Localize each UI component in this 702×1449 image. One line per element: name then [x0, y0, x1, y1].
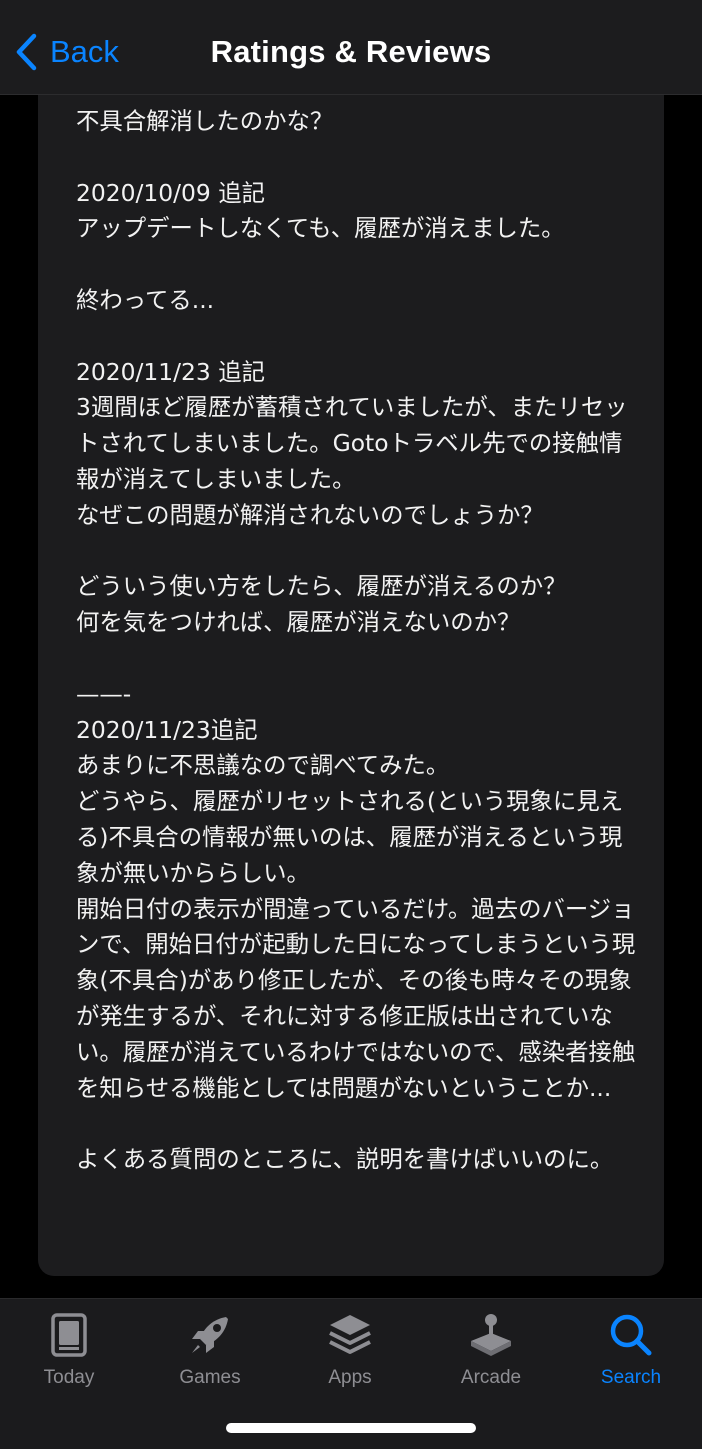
review-card: 不具合解消したのかな？ 2020/10/09 追記 アップデートしなくても、履歴… [38, 94, 664, 1276]
tab-label: Games [179, 1367, 241, 1388]
tab-games[interactable]: Games [150, 1311, 270, 1391]
tab-label: Today [43, 1367, 95, 1388]
search-icon [610, 1314, 652, 1356]
tab-search[interactable]: Search [571, 1311, 691, 1391]
tab-apps[interactable]: Apps [290, 1311, 410, 1391]
tab-bar: Today Games Apps Arcade Search [0, 1298, 702, 1449]
joystick-icon [471, 1314, 511, 1356]
today-icon [51, 1313, 87, 1357]
page-title: Ratings & Reviews [210, 34, 492, 69]
tab-label: Arcade [460, 1367, 522, 1388]
tab-label: Search [600, 1367, 662, 1388]
review-text: 不具合解消したのかな？ 2020/10/09 追記 アップデートしなくても、履歴… [76, 107, 636, 1174]
home-indicator [226, 1423, 476, 1433]
tab-today[interactable]: Today [9, 1311, 129, 1391]
rocket-icon [192, 1317, 228, 1353]
layers-icon [329, 1315, 371, 1354]
tab-arcade[interactable]: Arcade [431, 1311, 551, 1391]
navigation-bar: Back Ratings & Reviews [0, 0, 702, 95]
tab-label: Apps [328, 1367, 372, 1388]
